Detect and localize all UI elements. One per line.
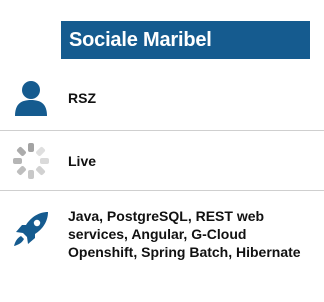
info-row-technologies: Java, PostgreSQL, REST web services, Ang… [0, 195, 324, 299]
info-row-status: Live [0, 136, 324, 186]
client-label: RSZ [68, 90, 96, 106]
loading-spinner-icon [0, 141, 62, 181]
info-row-client: RSZ [0, 70, 324, 126]
title-bar: Sociale Maribel [61, 21, 310, 59]
divider [0, 130, 324, 131]
divider [0, 190, 324, 191]
page-title: Sociale Maribel [69, 28, 212, 51]
technologies-label: Java, PostgreSQL, REST web services, Ang… [68, 208, 301, 260]
person-icon [0, 78, 62, 118]
rocket-icon [0, 209, 62, 249]
status-label: Live [68, 153, 97, 169]
